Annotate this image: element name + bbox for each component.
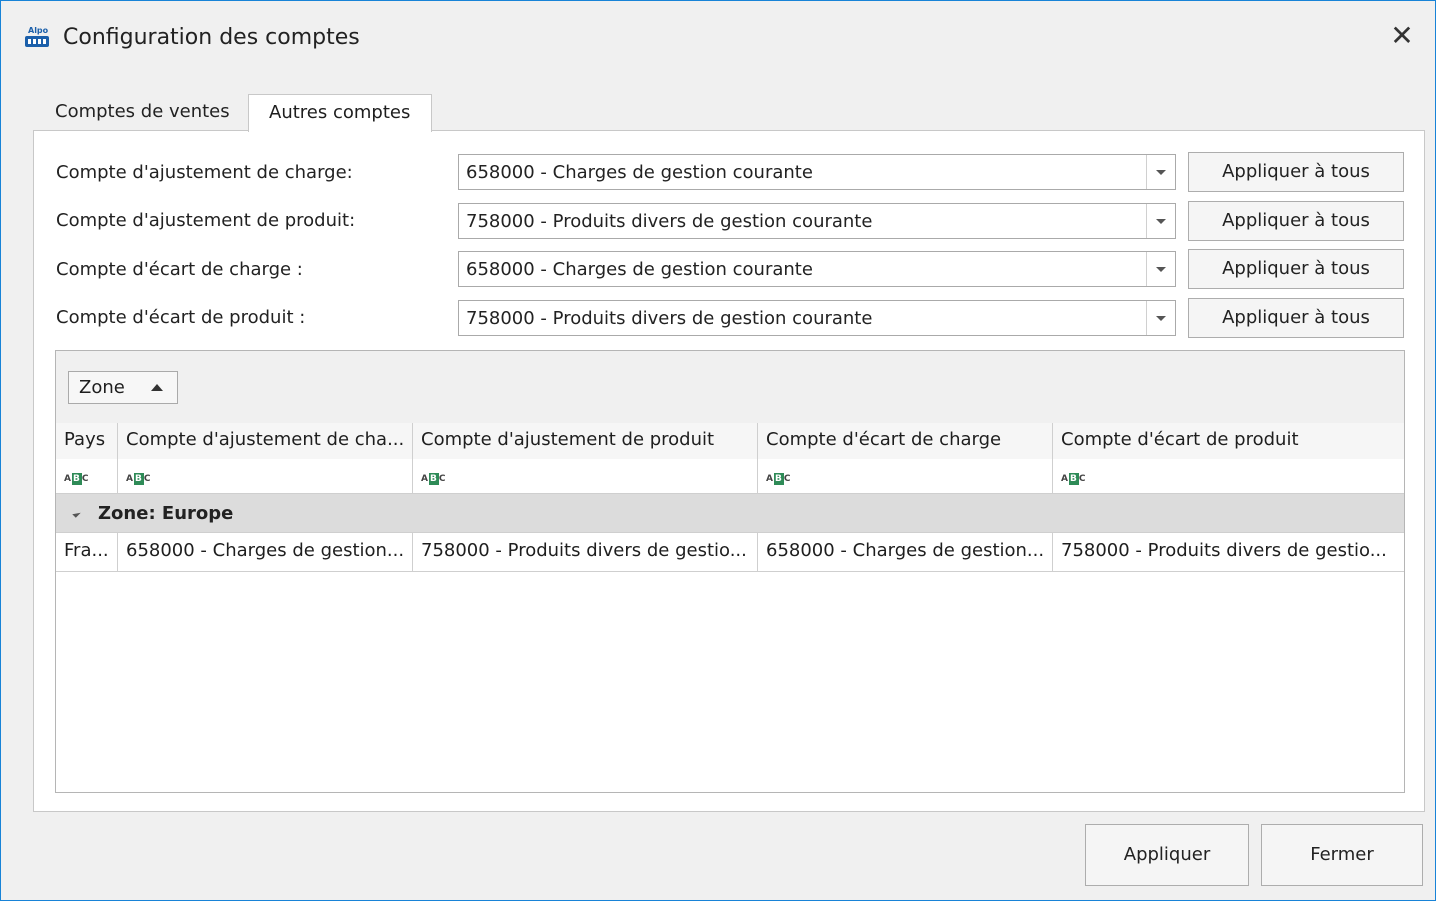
field-label-ecart-produit: Compte d'écart de produit : <box>56 307 306 328</box>
combo-value: 758000 - Produits divers de gestion cour… <box>466 211 873 232</box>
column-header-ajustement-produit[interactable]: Compte d'ajustement de produit <box>413 423 758 459</box>
filter-cell-pays[interactable]: ABC <box>56 459 118 493</box>
app-logo-icon: Alpo <box>25 26 49 48</box>
group-row-europe[interactable]: Zone: Europe <box>56 494 1404 533</box>
apply-all-button-ecart-produit[interactable]: Appliquer à tous <box>1188 298 1404 338</box>
filter-cell-ajustement-produit[interactable]: ABC <box>413 459 758 493</box>
collapse-triangle-icon[interactable] <box>72 509 81 518</box>
group-by-panel: Zone <box>56 351 1404 424</box>
accounts-grid: Zone Pays Compte d'ajustement de cha... … <box>55 350 1405 793</box>
field-label-ajustement-produit: Compte d'ajustement de produit: <box>56 210 356 231</box>
field-label-ecart-charge: Compte d'écart de charge : <box>56 259 303 280</box>
cell-ajustement-charge[interactable]: 658000 - Charges de gestion... <box>118 533 413 571</box>
combo-value: 658000 - Charges de gestion courante <box>466 162 813 183</box>
column-header-ajustement-charge[interactable]: Compte d'ajustement de cha... <box>118 423 413 459</box>
cell-ecart-charge[interactable]: 658000 - Charges de gestion... <box>758 533 1053 571</box>
combo-value: 758000 - Produits divers de gestion cour… <box>466 308 873 329</box>
window-title: Configuration des comptes <box>63 25 360 50</box>
filter-cell-ecart-charge[interactable]: ABC <box>758 459 1053 493</box>
column-header-ecart-produit[interactable]: Compte d'écart de produit <box>1053 423 1404 459</box>
apply-button[interactable]: Appliquer <box>1085 824 1249 886</box>
column-header-ecart-charge[interactable]: Compte d'écart de charge <box>758 423 1053 459</box>
abc-filter-icon: ABC <box>64 473 90 485</box>
combo-value: 658000 - Charges de gestion courante <box>466 259 813 280</box>
grid-header: Pays Compte d'ajustement de cha... Compt… <box>56 423 1404 460</box>
filter-cell-ecart-produit[interactable]: ABC <box>1053 459 1404 493</box>
title-bar: Alpo Configuration des comptes ✕ <box>1 1 1435 53</box>
filter-row: ABC ABC ABC ABC ABC <box>56 459 1404 494</box>
combo-ajustement-charge[interactable]: 658000 - Charges de gestion courante <box>458 154 1176 190</box>
close-icon[interactable]: ✕ <box>1387 21 1417 51</box>
tab-panel-autres-comptes: Compte d'ajustement de charge: 658000 - … <box>33 130 1425 812</box>
cell-ecart-produit[interactable]: 758000 - Produits divers de gestio... <box>1053 533 1404 571</box>
close-button[interactable]: Fermer <box>1261 824 1423 886</box>
apply-all-button-ajustement-produit[interactable]: Appliquer à tous <box>1188 201 1404 241</box>
tab-comptes-de-ventes[interactable]: Comptes de ventes <box>35 94 250 130</box>
abc-filter-icon: ABC <box>1061 473 1087 485</box>
column-header-pays[interactable]: Pays <box>56 423 118 459</box>
apply-all-button-ajustement-charge[interactable]: Appliquer à tous <box>1188 152 1404 192</box>
chevron-down-icon[interactable] <box>1146 204 1175 238</box>
cell-ajustement-produit[interactable]: 758000 - Produits divers de gestio... <box>413 533 758 571</box>
filter-cell-ajustement-charge[interactable]: ABC <box>118 459 413 493</box>
group-chip-label: Zone <box>79 377 125 398</box>
group-row-label: Zone: Europe <box>98 503 234 524</box>
abc-filter-icon: ABC <box>421 473 447 485</box>
chevron-down-icon[interactable] <box>1146 301 1175 335</box>
sort-ascending-icon <box>151 384 163 391</box>
tab-autres-comptes[interactable]: Autres comptes <box>248 94 432 132</box>
cell-pays[interactable]: Fra... <box>56 533 118 571</box>
chevron-down-icon[interactable] <box>1146 155 1175 189</box>
combo-ecart-produit[interactable]: 758000 - Produits divers de gestion cour… <box>458 300 1176 336</box>
combo-ecart-charge[interactable]: 658000 - Charges de gestion courante <box>458 251 1176 287</box>
abc-filter-icon: ABC <box>766 473 792 485</box>
apply-all-button-ecart-charge[interactable]: Appliquer à tous <box>1188 249 1404 289</box>
group-chip-zone[interactable]: Zone <box>68 371 178 404</box>
abc-filter-icon: ABC <box>126 473 152 485</box>
table-row[interactable]: Fra... 658000 - Charges de gestion... 75… <box>56 533 1404 572</box>
chevron-down-icon[interactable] <box>1146 252 1175 286</box>
dialog-window: Alpo Configuration des comptes ✕ Comptes… <box>0 0 1436 901</box>
field-label-ajustement-charge: Compte d'ajustement de charge: <box>56 162 353 183</box>
combo-ajustement-produit[interactable]: 758000 - Produits divers de gestion cour… <box>458 203 1176 239</box>
